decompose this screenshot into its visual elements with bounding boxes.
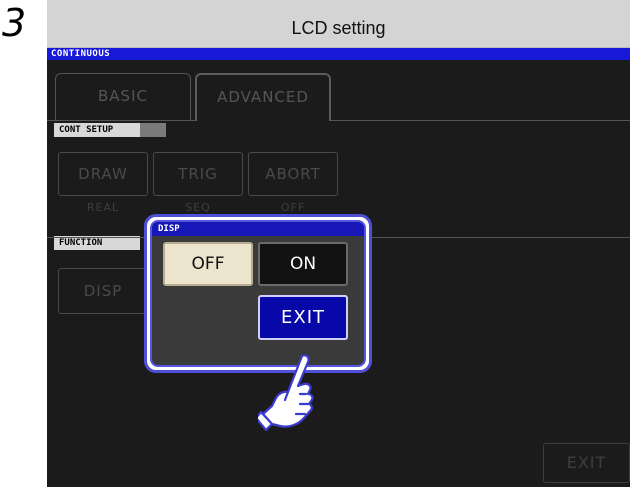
abort-button[interactable]: ABORT (248, 152, 338, 196)
draw-button[interactable]: DRAW (58, 152, 148, 196)
exit-button[interactable]: EXIT (258, 295, 348, 340)
function-label-text: FUNCTION (59, 238, 103, 248)
trig-value: SEQ (185, 201, 211, 214)
step-number: 3 (2, 1, 27, 45)
mode-label: CONTINUOUS (51, 49, 111, 59)
mode-bar: CONTINUOUS (47, 48, 630, 60)
exit-button-background[interactable]: EXIT (543, 443, 630, 483)
pointing-hand-icon (258, 354, 314, 432)
page-header: LCD setting (47, 0, 630, 48)
on-button[interactable]: ON (258, 242, 348, 286)
function-label: FUNCTION (54, 236, 140, 250)
dialog-title: DISP (158, 224, 180, 234)
off-button[interactable]: OFF (163, 242, 253, 286)
draw-value: REAL (86, 201, 120, 214)
tab-underline-left (47, 120, 195, 121)
cont-setup-label-text: CONT SETUP (59, 125, 114, 135)
disp-dialog-body: DISP OFF ON EXIT (150, 220, 366, 367)
tab-underline-right (331, 120, 630, 121)
dialog-title-bar: DISP (152, 222, 364, 236)
trig-button[interactable]: TRIG (153, 152, 243, 196)
disp-button[interactable]: DISP (58, 268, 148, 314)
disp-dialog: DISP OFF ON EXIT (144, 214, 372, 373)
cont-setup-label-tail (140, 123, 166, 137)
abort-value: OFF (280, 201, 306, 214)
tab-basic[interactable]: BASIC (55, 73, 191, 121)
tab-advanced[interactable]: ADVANCED (195, 73, 331, 121)
cont-setup-label: CONT SETUP (54, 123, 140, 137)
page-title: LCD setting (291, 18, 386, 38)
